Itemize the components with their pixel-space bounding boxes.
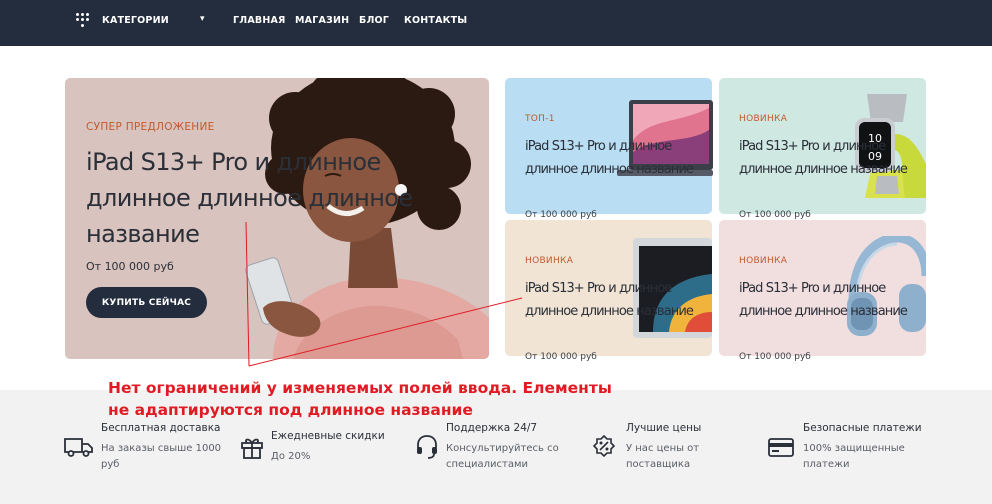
annotation-line-2: не адаптируются под длинное название [108, 401, 473, 419]
qa-annotation: Нет ограничений у изменяемых полей ввода… [108, 377, 612, 421]
annotation-line-1: Нет ограничений у изменяемых полей ввода… [108, 379, 612, 397]
annotation-arrows [245, 221, 523, 367]
